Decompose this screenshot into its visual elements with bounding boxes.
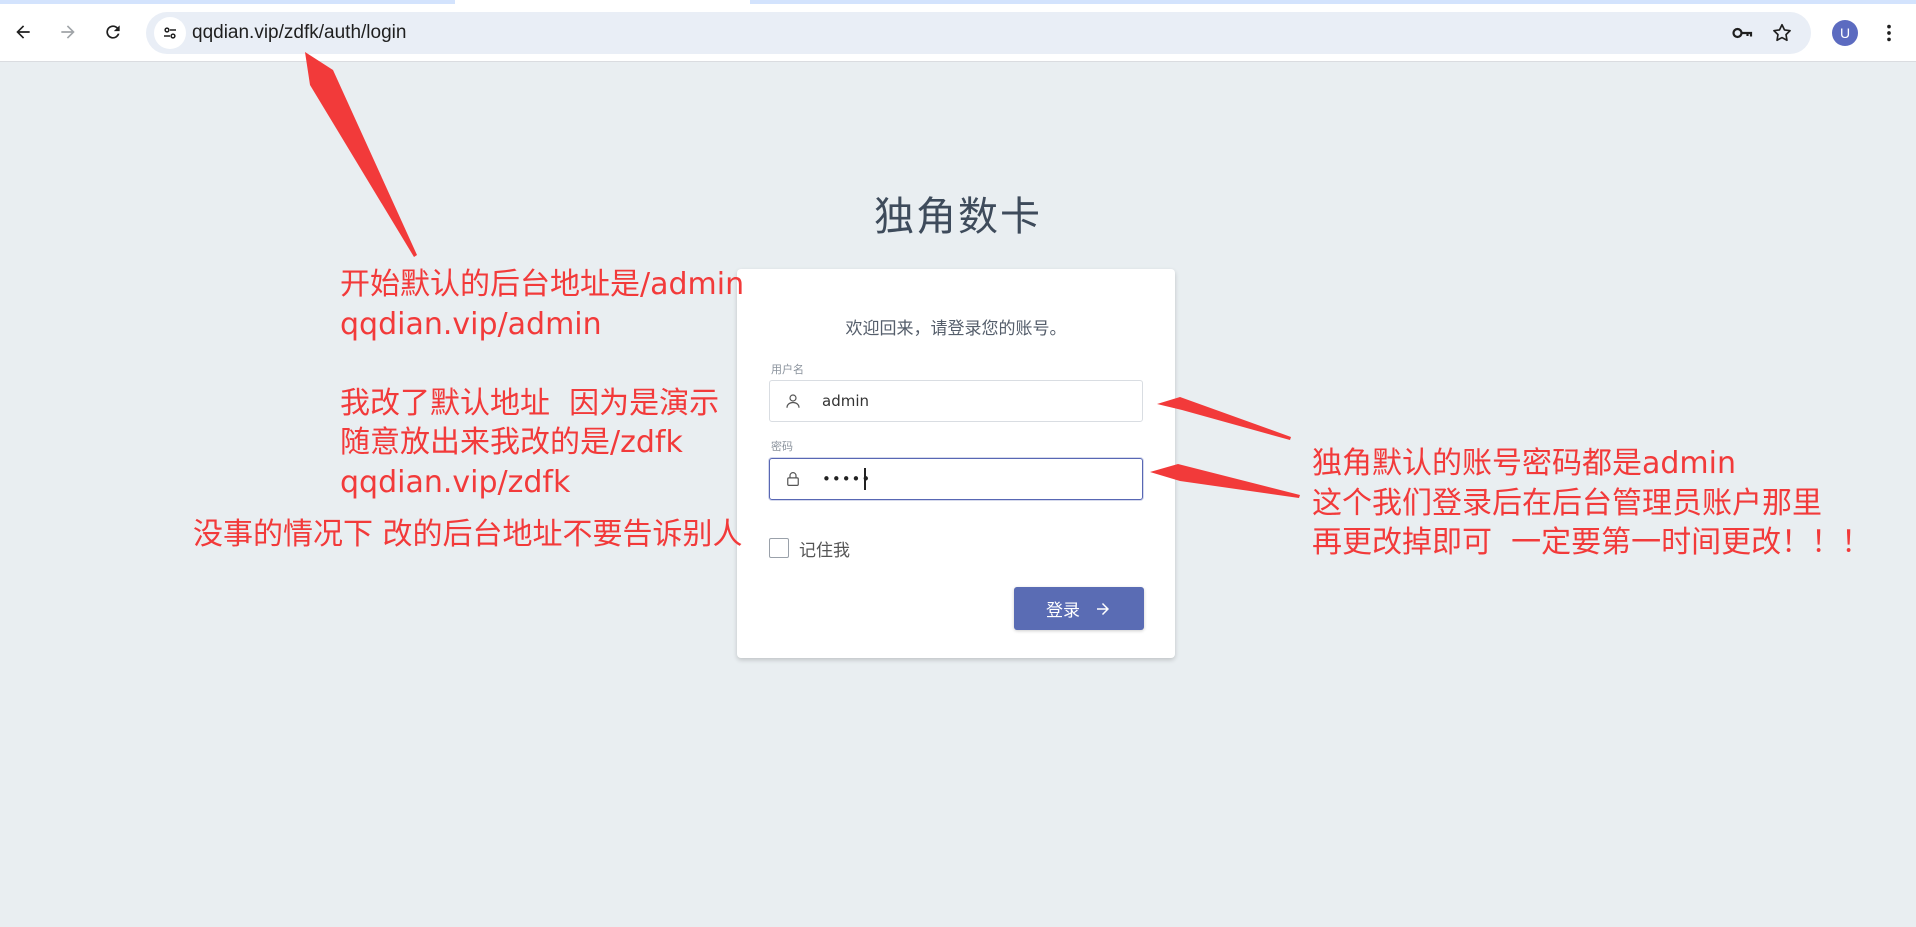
arrow-to-username bbox=[1157, 397, 1291, 440]
annotation-arrows bbox=[305, 52, 1300, 498]
arrow-to-url bbox=[305, 52, 417, 257]
arrow-to-password bbox=[1150, 464, 1300, 498]
